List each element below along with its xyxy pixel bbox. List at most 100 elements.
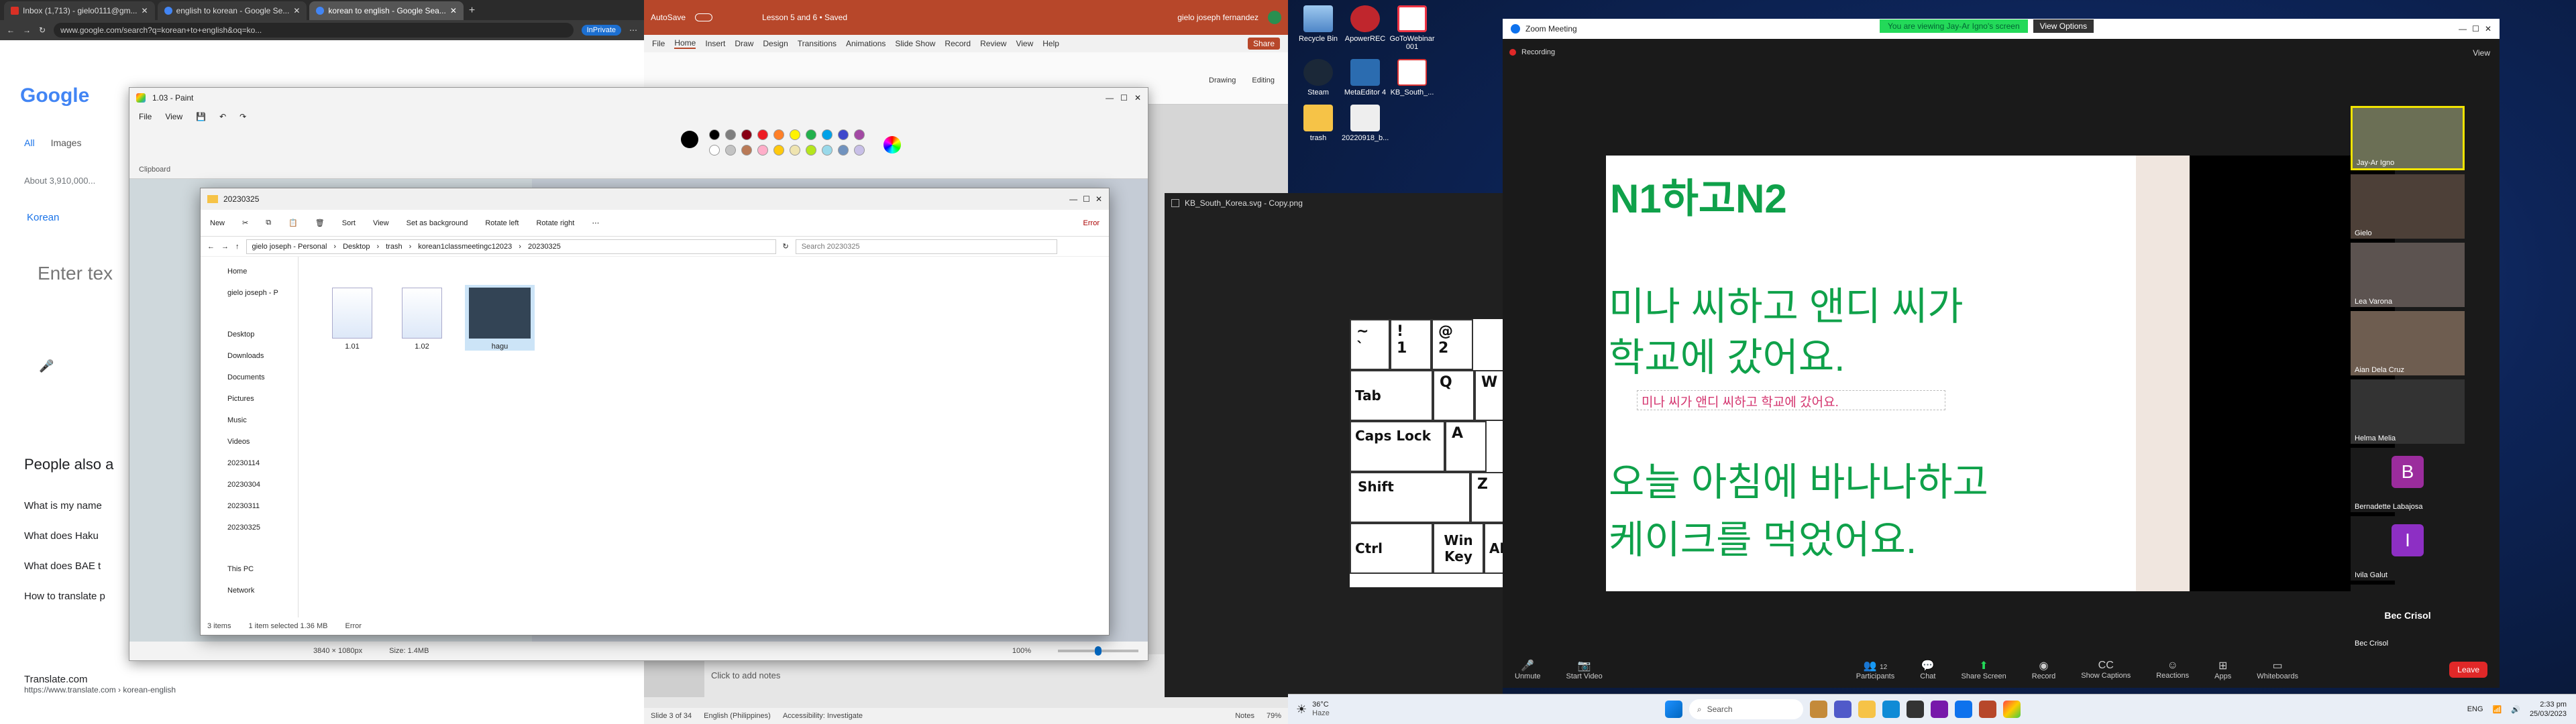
- nav-item[interactable]: Music: [227, 410, 298, 431]
- tab-inbox[interactable]: Inbox (1,713) - gielo0111@gm... ✕: [4, 1, 155, 20]
- mic-icon[interactable]: 🎤: [39, 359, 54, 373]
- source-language[interactable]: Korean: [27, 212, 59, 223]
- redo-icon[interactable]: ↷: [239, 112, 246, 121]
- desktop-icon[interactable]: KB_South_...: [1389, 59, 1436, 97]
- primary-color[interactable]: [681, 131, 698, 148]
- color-swatch[interactable]: [822, 145, 833, 156]
- zoom-slider-thumb[interactable]: [1095, 646, 1102, 656]
- color-swatch[interactable]: [725, 145, 736, 156]
- wifi-icon[interactable]: 📶: [2493, 705, 2502, 714]
- menu-slide-show[interactable]: Slide Show: [895, 39, 935, 48]
- nav-item[interactable]: Documents: [227, 367, 298, 388]
- desktop-icon[interactable]: Steam: [1295, 59, 1342, 97]
- zoom-taskbar-icon[interactable]: [1954, 701, 1972, 718]
- question-item[interactable]: What is my name: [24, 491, 105, 521]
- tab-images[interactable]: Images: [51, 137, 82, 148]
- editing-button[interactable]: Editing: [1252, 76, 1275, 84]
- language-indicator[interactable]: ENG: [2467, 705, 2483, 713]
- color-swatch[interactable]: [709, 145, 720, 156]
- participant-tile[interactable]: Lea Varona: [2351, 243, 2465, 307]
- close-icon[interactable]: ✕: [1095, 194, 1102, 204]
- tab-all[interactable]: All: [24, 137, 35, 148]
- participant-tile[interactable]: B Bernadette Labajosa: [2351, 448, 2465, 512]
- file-item-selected[interactable]: hagu: [465, 285, 535, 351]
- color-swatch[interactable]: [854, 129, 865, 140]
- typed-textbox[interactable]: 미나 씨가 앤디 씨하고 학교에 갔어요.: [1637, 390, 1945, 410]
- menu-design[interactable]: Design: [763, 39, 788, 48]
- participant-tile[interactable]: I Ivila Galut: [2351, 516, 2465, 581]
- chat-button[interactable]: 💬 Chat: [1920, 659, 1935, 680]
- weather-widget[interactable]: ☀ 36°C Haze: [1296, 701, 1330, 718]
- cut-icon[interactable]: ✂: [242, 219, 248, 227]
- whiteboards-button[interactable]: ▭ Whiteboards: [2257, 659, 2298, 680]
- copy-icon[interactable]: ⧉: [266, 219, 271, 227]
- apps-button[interactable]: ⊞ Apps: [2214, 659, 2231, 680]
- new-tab-icon[interactable]: +: [469, 5, 475, 17]
- tab-english-to-korean[interactable]: english to korean - Google Se... ✕: [157, 1, 307, 20]
- volume-icon[interactable]: 🔊: [2511, 705, 2520, 714]
- edge-icon[interactable]: [1882, 701, 1900, 718]
- participant-tile[interactable]: Helma Melia: [2351, 379, 2465, 444]
- app-icon[interactable]: [1809, 701, 1827, 718]
- clock[interactable]: 2:33 pm 25/03/2023: [2530, 700, 2567, 719]
- file-item[interactable]: 1.01: [325, 288, 379, 351]
- zoom-slider[interactable]: [1058, 646, 1138, 656]
- color-swatch[interactable]: [757, 129, 768, 140]
- desktop-icon[interactable]: Recycle Bin: [1295, 5, 1342, 51]
- autosave-toggle[interactable]: [695, 13, 713, 21]
- color-swatch[interactable]: [709, 129, 720, 140]
- close-icon[interactable]: ✕: [2485, 24, 2491, 34]
- nav-item[interactable]: 20230325: [227, 517, 298, 538]
- taskbar-search[interactable]: ⌕ Search: [1688, 699, 1803, 719]
- drawing-button[interactable]: Drawing: [1209, 76, 1236, 84]
- participants-button[interactable]: 👥 12 Participants: [1856, 659, 1894, 680]
- paint-taskbar-icon[interactable]: [2002, 701, 2021, 718]
- color-swatch[interactable]: [741, 145, 752, 156]
- participant-tile[interactable]: Gielo: [2351, 174, 2465, 239]
- new-button[interactable]: New: [210, 219, 225, 227]
- minimize-icon[interactable]: —: [1106, 93, 1114, 103]
- maximize-icon[interactable]: ☐: [1083, 194, 1090, 204]
- participant-tile[interactable]: Aian Dela Cruz: [2351, 311, 2465, 375]
- record-button[interactable]: ◉ Record: [2032, 659, 2055, 680]
- close-icon[interactable]: ✕: [1134, 93, 1141, 103]
- color-swatch[interactable]: [773, 145, 784, 156]
- menu-animations[interactable]: Animations: [846, 39, 885, 48]
- rotate-right-button[interactable]: Rotate right: [536, 219, 574, 227]
- back-icon[interactable]: ←: [207, 243, 215, 251]
- maximize-icon[interactable]: ☐: [2472, 24, 2479, 34]
- nav-item[interactable]: Desktop: [227, 324, 298, 345]
- color-swatch[interactable]: [838, 145, 849, 156]
- close-icon[interactable]: ✕: [450, 6, 457, 15]
- menu-transitions[interactable]: Transitions: [798, 39, 837, 48]
- color-swatch[interactable]: [741, 129, 752, 140]
- reactions-button[interactable]: ☺ Reactions: [2156, 660, 2189, 680]
- view-options-button[interactable]: View Options: [2033, 19, 2094, 33]
- question-item[interactable]: How to translate p: [24, 581, 105, 611]
- refresh-icon[interactable]: ↻: [39, 25, 46, 35]
- close-icon[interactable]: ✕: [142, 6, 148, 15]
- close-icon[interactable]: ✕: [293, 6, 300, 15]
- question-item[interactable]: What does Haku: [24, 521, 105, 551]
- share-button[interactable]: Share: [1247, 38, 1280, 50]
- participant-tile[interactable]: Bec Crisol Bec Crisol: [2351, 585, 2465, 649]
- address-bar[interactable]: www.google.com/search?q=korean+to+englis…: [54, 23, 574, 38]
- google-logo[interactable]: Google: [20, 84, 89, 107]
- color-swatch[interactable]: [773, 129, 784, 140]
- translate-input[interactable]: Enter tex: [38, 263, 113, 284]
- edit-colors-icon[interactable]: [883, 136, 901, 154]
- menu-file[interactable]: File: [652, 39, 665, 48]
- delete-icon[interactable]: 🗑: [315, 219, 325, 227]
- menu-insert[interactable]: Insert: [705, 39, 725, 48]
- nav-item[interactable]: Pictures: [227, 388, 298, 410]
- desktop-icon[interactable]: trash: [1295, 105, 1342, 142]
- menu-file[interactable]: File: [139, 112, 152, 121]
- menu-help[interactable]: Help: [1042, 39, 1059, 48]
- question-item[interactable]: What does BAE t: [24, 551, 105, 581]
- leave-button[interactable]: Leave: [2449, 662, 2487, 678]
- refresh-icon[interactable]: ↻: [783, 242, 789, 251]
- inprivate-badge[interactable]: InPrivate: [581, 25, 621, 36]
- forward-icon[interactable]: →: [221, 243, 229, 251]
- avatar[interactable]: [1268, 11, 1281, 24]
- more-icon[interactable]: ⋯: [592, 219, 599, 227]
